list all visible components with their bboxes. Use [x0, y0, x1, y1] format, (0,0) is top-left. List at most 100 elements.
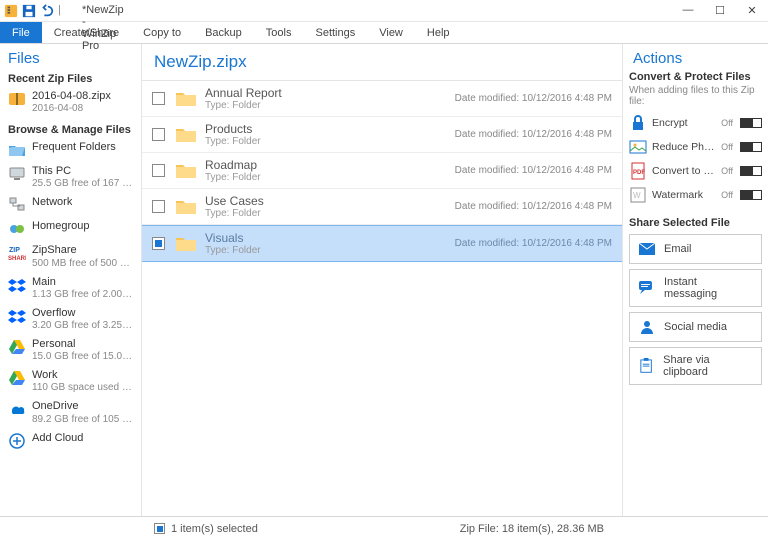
file-name: Products: [205, 122, 261, 136]
ribbon-tab-create-share[interactable]: Create/Share: [42, 22, 131, 43]
maximize-button[interactable]: ☐: [708, 4, 732, 17]
svg-text:PDF: PDF: [633, 170, 645, 176]
file-date: Date modified: 10/12/2016 4:48 PM: [455, 165, 612, 176]
dropbox-icon: [8, 276, 26, 294]
winzip-icon: [4, 4, 18, 18]
share-email-button[interactable]: Email: [629, 234, 762, 264]
recent-zip-item[interactable]: 2016-04-08.zipx2016-04-08: [4, 87, 137, 118]
toggle[interactable]: [740, 118, 762, 128]
ribbon-tab-backup[interactable]: Backup: [193, 22, 254, 43]
ribbon-bar: File Create/Share Copy to Backup Tools S…: [0, 22, 768, 44]
left-panel: Files Recent Zip Files 2016-04-08.zipx20…: [0, 44, 142, 516]
convert-section-label: Convert & Protect Files: [629, 71, 762, 83]
share-im-button[interactable]: Instant messaging: [629, 269, 762, 307]
separator: |: [58, 4, 72, 18]
sidebar-item-main[interactable]: Main1.13 GB free of 2.00 GB: [4, 273, 137, 304]
clipboard-icon: [638, 358, 655, 374]
share-clipboard-button[interactable]: Share via clipboard: [629, 347, 762, 385]
sidebar-item-add-cloud[interactable]: Add Cloud: [4, 429, 137, 453]
archive-title: NewZip.zipx: [142, 44, 622, 81]
option-reduce-photos[interactable]: Reduce Photos Off: [629, 135, 762, 159]
checkbox[interactable]: [152, 200, 165, 213]
sidebar-item-zipshare[interactable]: ZIPSHARE ZipShare500 MB free of 500 MB: [4, 241, 137, 272]
status-bar: 1 item(s) selected Zip File: 18 item(s),…: [0, 516, 768, 540]
svg-text:SHARE: SHARE: [8, 256, 26, 262]
file-row[interactable]: RoadmapType: FolderDate modified: 10/12/…: [142, 153, 622, 189]
file-type: Type: Folder: [205, 100, 282, 111]
recent-section-label: Recent Zip Files: [8, 73, 137, 85]
folder-icon: [175, 90, 197, 108]
sidebar-item-homegroup[interactable]: Homegroup: [4, 217, 137, 241]
folder-icon: [175, 235, 197, 253]
share-section-label: Share Selected File: [629, 217, 762, 229]
zipshare-icon: ZIP SHARE: [8, 244, 26, 262]
actions-heading: Actions: [629, 50, 762, 67]
sidebar-item-work[interactable]: Work110 GB space used of unl...: [4, 366, 137, 397]
folder-icon: [175, 126, 197, 144]
ribbon-file-tab[interactable]: File: [0, 22, 42, 43]
checkbox[interactable]: [152, 237, 165, 250]
checkbox[interactable]: [152, 92, 165, 105]
google-drive-icon: [8, 338, 26, 356]
window-title: *NewZip - WinZip Pro: [82, 4, 96, 18]
file-type: Type: Folder: [205, 136, 261, 147]
file-date: Date modified: 10/12/2016 4:48 PM: [455, 129, 612, 140]
file-date: Date modified: 10/12/2016 4:48 PM: [455, 238, 612, 249]
quick-access-toolbar: | *NewZip - WinZip Pro: [4, 4, 96, 18]
file-name: Visuals: [205, 231, 261, 245]
file-row[interactable]: VisualsType: FolderDate modified: 10/12/…: [142, 225, 622, 262]
network-icon: [8, 196, 26, 214]
toggle[interactable]: [740, 142, 762, 152]
watermark-icon: W: [629, 186, 647, 204]
sidebar-item-onedrive[interactable]: OneDrive89.2 GB free of 105 GB: [4, 397, 137, 428]
sidebar-item-frequent-folders[interactable]: Frequent Folders: [4, 138, 137, 162]
minimize-button[interactable]: —: [676, 4, 700, 17]
sidebar-item-this-pc[interactable]: This PC25.5 GB free of 167 GB: [4, 162, 137, 193]
checkbox[interactable]: [152, 164, 165, 177]
file-name: Annual Report: [205, 86, 282, 100]
folder-open-icon: [8, 141, 26, 159]
option-encrypt[interactable]: Encrypt Off: [629, 111, 762, 135]
share-social-button[interactable]: Social media: [629, 312, 762, 342]
title-bar: | *NewZip - WinZip Pro — ☐ ✕: [0, 0, 768, 22]
right-panel: Actions Convert & Protect Files When add…: [623, 44, 768, 516]
checkbox[interactable]: [152, 128, 165, 141]
lock-icon: [629, 114, 647, 132]
file-row[interactable]: Annual ReportType: Folder Date modified: …: [142, 81, 622, 117]
folder-icon: [175, 162, 197, 180]
undo-icon[interactable]: [40, 4, 54, 18]
option-watermark[interactable]: W Watermark Off: [629, 183, 762, 207]
ribbon-tab-help[interactable]: Help: [415, 22, 462, 43]
toggle[interactable]: [740, 166, 762, 176]
file-list: Annual ReportType: FolderDate modified: …: [142, 81, 622, 516]
homegroup-icon: [8, 220, 26, 238]
files-heading: Files: [4, 50, 137, 67]
status-zip-info: Zip File: 18 item(s), 28.36 MB: [460, 523, 604, 535]
sidebar-item-personal[interactable]: Personal15.0 GB free of 15.0 GB: [4, 335, 137, 366]
ribbon-tab-tools[interactable]: Tools: [254, 22, 304, 43]
file-date: Date modified: 10/12/2016 4:48 PM: [455, 201, 612, 212]
svg-text:W: W: [633, 191, 641, 200]
pdf-icon: PDF: [629, 162, 647, 180]
google-drive-icon: [8, 369, 26, 387]
convert-hint: When adding files to this Zip file:: [629, 85, 762, 107]
ribbon-tab-copy-to[interactable]: Copy to: [131, 22, 193, 43]
sidebar-item-network[interactable]: Network: [4, 193, 137, 217]
svg-text:ZIP: ZIP: [9, 247, 20, 254]
file-row[interactable]: ProductsType: Folder Date modified: 10/12…: [142, 117, 622, 153]
file-row[interactable]: Use CasesType: Folder Date modified: 10/1…: [142, 189, 622, 225]
save-icon[interactable]: [22, 4, 36, 18]
toggle[interactable]: [740, 190, 762, 200]
ribbon-tab-settings[interactable]: Settings: [303, 22, 367, 43]
close-button[interactable]: ✕: [740, 4, 764, 17]
sidebar-item-overflow[interactable]: Overflow3.20 GB free of 3.25 GB: [4, 304, 137, 335]
email-icon: [638, 241, 656, 257]
ribbon-tab-view[interactable]: View: [367, 22, 415, 43]
folder-icon: [175, 198, 197, 216]
browse-section-label: Browse & Manage Files: [8, 124, 137, 136]
file-type: Type: Folder: [205, 208, 264, 219]
option-convert-pdf[interactable]: PDF Convert to PDF Off: [629, 159, 762, 183]
file-name: Use Cases: [205, 194, 264, 208]
add-icon: [8, 432, 26, 450]
file-date: Date modified: 10/12/2016 4:48 PM: [455, 93, 612, 104]
